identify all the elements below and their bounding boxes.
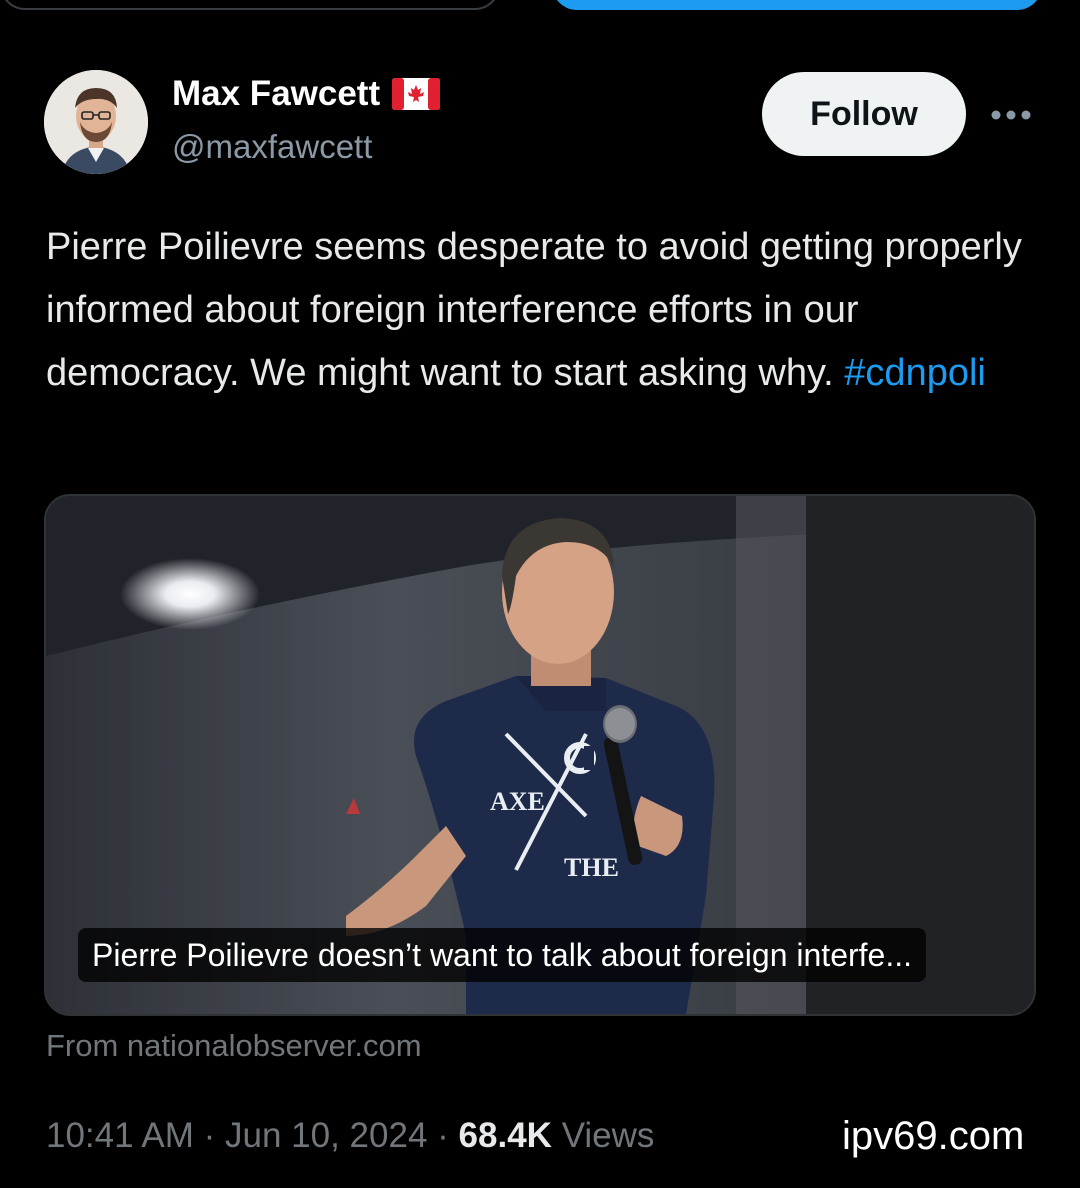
views-label: Views — [561, 1116, 655, 1155]
tweet-time[interactable]: 10:41 AM — [46, 1116, 194, 1155]
meta-separator: · — [437, 1116, 449, 1155]
shirt-text-axe: AXE — [490, 787, 545, 816]
author-display-name[interactable]: Max Fawcett — [172, 74, 380, 114]
author-name-row[interactable]: Max Fawcett — [172, 74, 441, 114]
top-secondary-button[interactable] — [0, 0, 500, 10]
watermark: ipv69.com — [842, 1114, 1025, 1158]
link-card-caption[interactable]: Pierre Poilievre doesn’t want to talk ab… — [78, 928, 926, 982]
tweet-meta: 10:41 AM · Jun 10, 2024 · 68.4K Views — [46, 1116, 654, 1156]
tweet-date[interactable]: Jun 10, 2024 — [225, 1116, 427, 1155]
tweet-text: Pierre Poilievre seems desperate to avoi… — [46, 216, 1046, 405]
meta-separator: · — [203, 1116, 216, 1155]
canada-flag-icon — [392, 78, 441, 110]
more-horizontal-icon[interactable] — [988, 100, 1034, 130]
hashtag-link[interactable]: #cdnpoli — [844, 352, 986, 394]
views-count[interactable]: 68.4K — [459, 1116, 552, 1155]
author-avatar[interactable] — [44, 70, 148, 174]
author-handle[interactable]: @maxfawcett — [172, 128, 372, 166]
link-source[interactable]: From nationalobserver.com — [46, 1028, 422, 1064]
follow-button[interactable]: Follow — [762, 72, 966, 156]
shirt-text-the: THE — [564, 853, 619, 882]
top-primary-button[interactable] — [552, 0, 1042, 10]
